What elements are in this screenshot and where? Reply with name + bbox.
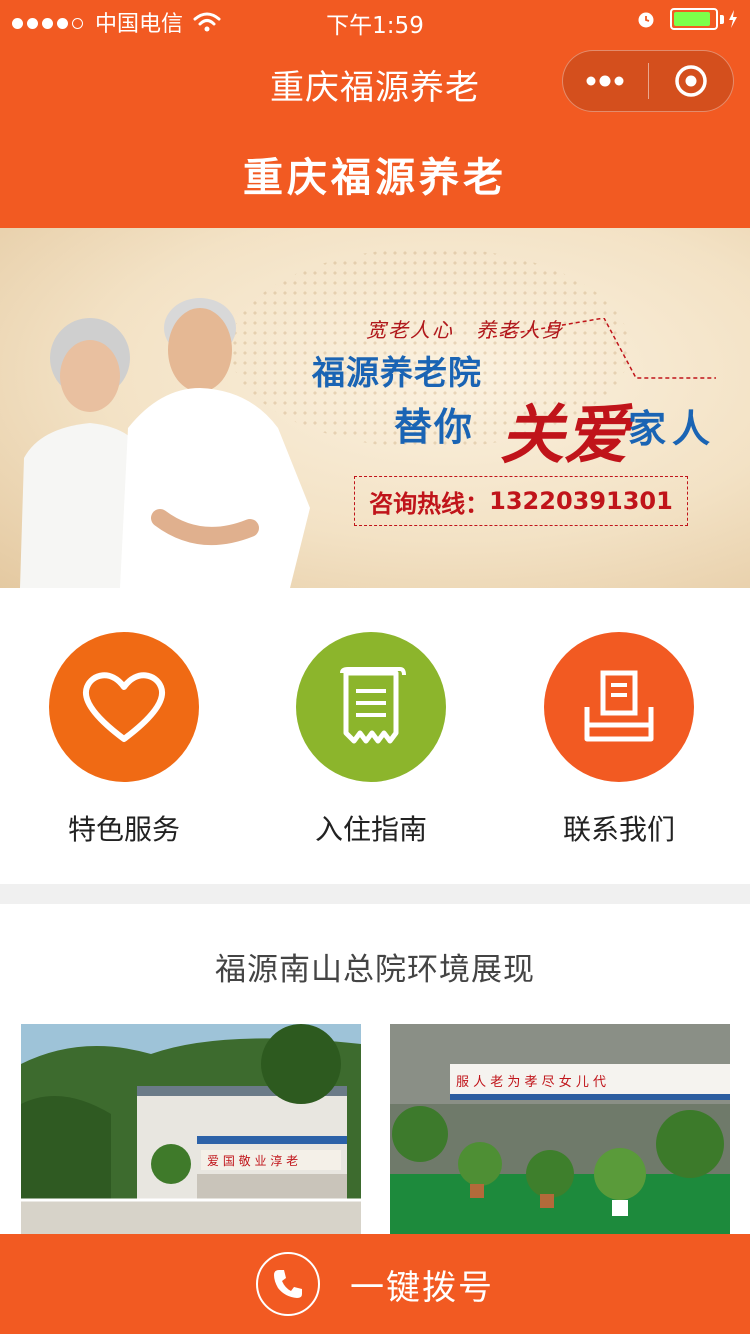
courtyard-sign: 服 人 老 为 孝 尽 女 儿 代: [456, 1074, 606, 1090]
environment-photo-building[interactable]: 爱 国 敬 业 淳 老: [21, 1024, 361, 1234]
banner-line-text-a: 替你: [394, 405, 475, 449]
menu-checkin-guide[interactable]: 入住指南: [271, 632, 471, 848]
status-bar: 中国电信 下午1:59: [0, 0, 750, 40]
printer-icon: [584, 670, 654, 742]
page-title: 重庆福源养老: [243, 155, 507, 201]
environment-section: 福源南山总院环境展现 爱 国 敬 业 淳 老 服 人 老 为 孝 尽 女 儿 代: [0, 904, 750, 1234]
menu-icon-circle[interactable]: [296, 632, 446, 782]
alarm-icon: [638, 12, 654, 28]
battery-cap: [720, 14, 724, 24]
battery-icon: [670, 8, 718, 30]
more-dots-icon[interactable]: [563, 50, 648, 112]
section-divider: [0, 884, 750, 904]
section-title: 福源南山总院环境展现: [215, 952, 535, 988]
courtyard-photo: 服 人 老 为 孝 尽 女 儿 代: [390, 1024, 730, 1234]
environment-photo-courtyard[interactable]: 服 人 老 为 孝 尽 女 儿 代: [390, 1024, 730, 1234]
call-button-label[interactable]: 一键拨号: [350, 1260, 494, 1309]
charging-bolt-icon: [729, 10, 737, 28]
menu-contact-us[interactable]: 联系我们: [519, 632, 719, 848]
quick-menu: 特色服务 入住指南 联系我们: [0, 588, 750, 884]
menu-featured-services[interactable]: 特色服务: [24, 632, 224, 848]
elderly-couple-photo: [20, 298, 310, 588]
building-sign: 爱 国 敬 业 淳 老: [207, 1153, 298, 1168]
building-photo: 爱 国 敬 业 淳 老: [21, 1024, 361, 1234]
page-header: 重庆福源养老: [0, 128, 750, 228]
menu-label[interactable]: 联系我们: [519, 808, 719, 848]
mini-program-capsule: [562, 50, 734, 112]
menu-label[interactable]: 特色服务: [24, 808, 224, 848]
banner-care-text: 关爱: [500, 398, 628, 473]
banner-org-name: 福源养老院: [312, 353, 482, 392]
menu-label[interactable]: 入住指南: [271, 808, 471, 848]
battery-level: [674, 12, 710, 26]
promo-banner[interactable]: 宽老人心 养老人身 福源养老院 替你 关爱 家人 咨询热线： 132203913…: [0, 228, 750, 588]
phone-icon[interactable]: [256, 1252, 320, 1316]
banner-line-text-b: 家人: [628, 407, 717, 451]
status-right: [636, 8, 738, 30]
nav-bar: 重庆福源养老: [0, 40, 750, 128]
scroll-document-icon: [340, 667, 406, 744]
banner-hotline: 咨询热线： 13220391301: [354, 476, 688, 526]
one-tap-call-bar[interactable]: 一键拨号: [0, 1234, 750, 1334]
menu-icon-circle[interactable]: [544, 632, 694, 782]
target-circle-icon[interactable]: [649, 50, 734, 112]
hotline-label: 咨询热线：: [369, 489, 490, 518]
menu-icon-circle[interactable]: [49, 632, 199, 782]
heart-icon: [83, 672, 165, 742]
hotline-number: 13220391301: [489, 487, 673, 515]
